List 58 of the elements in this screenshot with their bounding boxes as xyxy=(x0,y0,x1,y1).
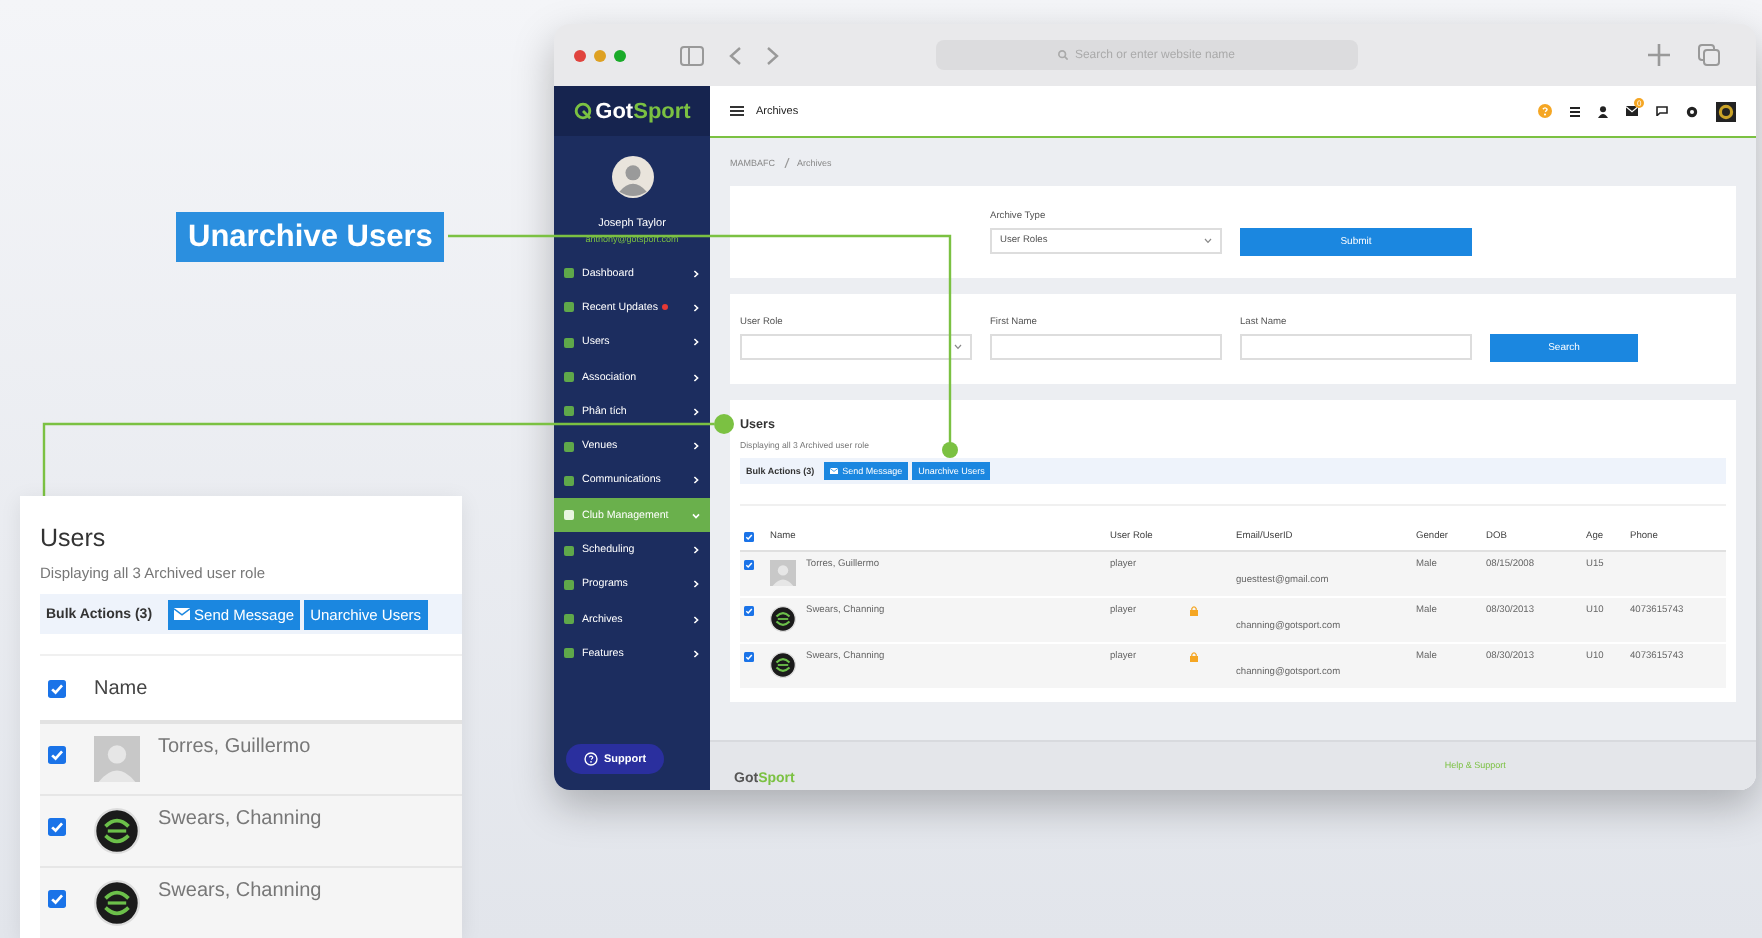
checkbox[interactable] xyxy=(744,560,754,570)
caret-icon xyxy=(1204,237,1212,243)
checkbox[interactable] xyxy=(744,652,754,662)
checkbox[interactable] xyxy=(48,746,66,764)
checkbox[interactable] xyxy=(48,818,66,836)
table-cell-text: Torres, Guillermo xyxy=(158,736,311,762)
caret-icon xyxy=(954,344,962,350)
tile-icon xyxy=(564,579,574,590)
mail-icon[interactable] xyxy=(1626,106,1638,116)
list-icon[interactable] xyxy=(1570,105,1580,117)
back-icon[interactable] xyxy=(728,45,742,65)
club-logo-icon xyxy=(94,808,140,854)
mail-icon xyxy=(174,608,191,620)
callout-label: Unarchive Users xyxy=(176,212,445,262)
settings-icon[interactable] xyxy=(1686,105,1698,117)
checkbox[interactable] xyxy=(48,890,66,908)
tile-icon xyxy=(564,510,574,521)
checkbox[interactable] xyxy=(744,531,754,541)
user-icon[interactable] xyxy=(1598,105,1608,117)
tile-icon xyxy=(564,372,574,383)
input-field[interactable] xyxy=(990,334,1222,360)
menu-icon[interactable] xyxy=(730,106,744,116)
avatar-placeholder-icon xyxy=(770,560,796,586)
tile-icon xyxy=(564,545,574,556)
tile-icon xyxy=(564,441,574,452)
club-logo-icon xyxy=(770,652,796,678)
gotsport-logo: GotSport xyxy=(554,86,710,136)
club-logo-icon xyxy=(770,606,796,632)
tile-icon xyxy=(564,406,574,417)
checkbox[interactable] xyxy=(744,606,754,616)
tile-icon xyxy=(564,614,574,625)
tile-icon xyxy=(564,648,574,659)
table-cell-text: Swears, Channing xyxy=(158,808,322,834)
chat-icon[interactable] xyxy=(1656,106,1668,116)
forward-icon[interactable] xyxy=(766,45,780,65)
club-logo-icon xyxy=(94,880,140,926)
search-icon xyxy=(1058,50,1069,60)
club-logo-icon[interactable] xyxy=(1716,101,1736,121)
checkbox[interactable] xyxy=(48,679,66,697)
separator-icon xyxy=(783,157,789,167)
avatar-icon xyxy=(611,156,653,198)
tile-icon xyxy=(564,475,574,486)
close-icon[interactable] xyxy=(574,49,586,61)
tabs-icon[interactable] xyxy=(1698,44,1720,66)
sidebar-toggle-icon[interactable] xyxy=(680,45,704,65)
column-header: Name xyxy=(94,677,148,699)
select-field[interactable] xyxy=(740,334,972,360)
avatar-placeholder-icon xyxy=(94,736,140,782)
section-title: Users xyxy=(40,524,108,552)
input-field[interactable] xyxy=(1240,334,1472,360)
tile-icon xyxy=(564,302,574,313)
tile-icon xyxy=(564,268,574,279)
table-cell-text: Swears, Channing xyxy=(158,880,322,906)
tile-icon xyxy=(564,337,574,348)
mail-icon xyxy=(830,468,839,474)
plus-icon[interactable] xyxy=(1648,44,1670,66)
maximize-icon[interactable] xyxy=(614,49,626,61)
help-icon xyxy=(584,752,598,766)
